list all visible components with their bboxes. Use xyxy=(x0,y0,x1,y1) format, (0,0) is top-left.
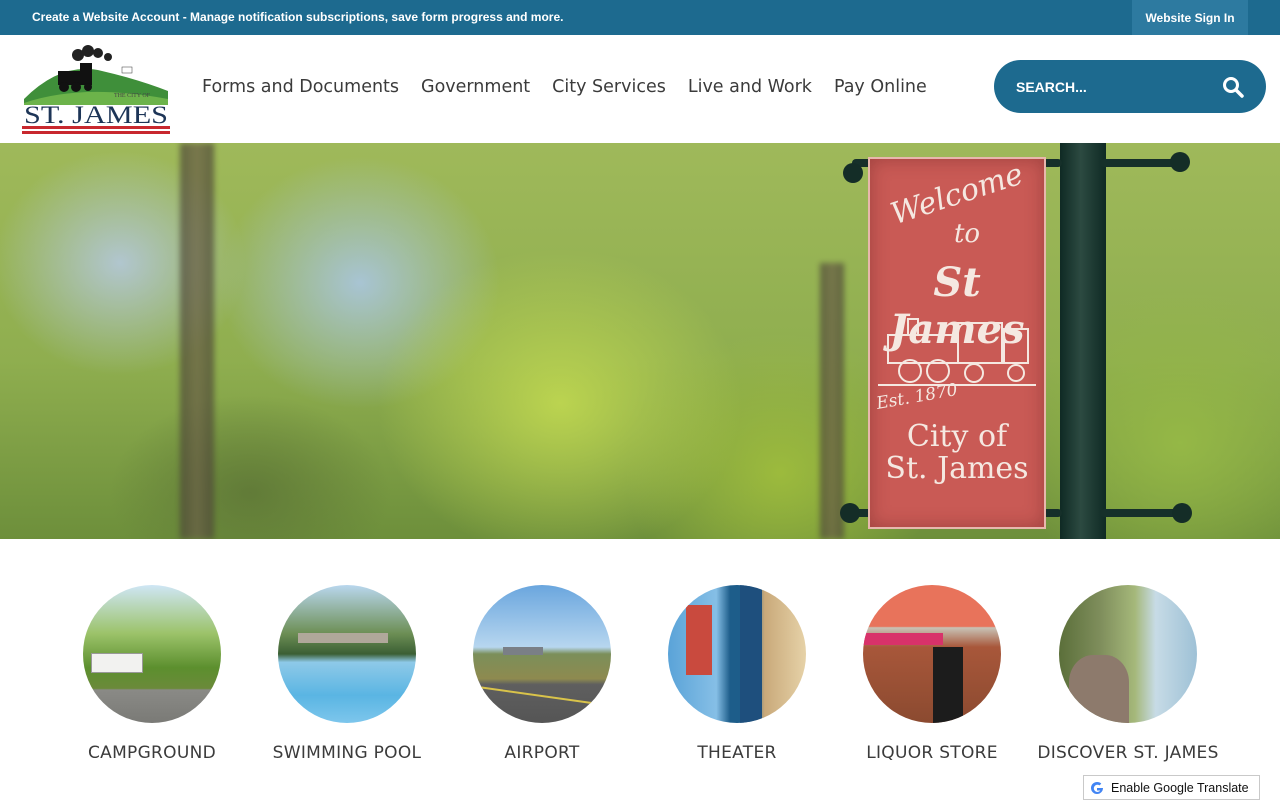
translate-label: Enable Google Translate xyxy=(1111,780,1249,795)
logo-name-text: ST. JAMES xyxy=(24,102,168,129)
campground-image[interactable] xyxy=(83,585,221,723)
quick-link-airport[interactable]: AIRPORT xyxy=(442,585,642,763)
nav-live-and-work[interactable]: Live and Work xyxy=(688,77,812,97)
nav-pay-online[interactable]: Pay Online xyxy=(834,77,927,97)
discover-st-james-image[interactable] xyxy=(1059,585,1197,723)
nav-forms-and-documents[interactable]: Forms and Documents xyxy=(202,77,399,97)
quick-link-label: SWIMMING POOL xyxy=(272,743,422,763)
quick-link-label: CAMPGROUND xyxy=(87,743,217,763)
website-signin-button[interactable]: Website Sign In xyxy=(1132,0,1248,35)
quick-links: CAMPGROUND SWIMMING POOL AIRPORT THEATER… xyxy=(0,585,1280,770)
top-account-bar: Create a Website Account - Manage notifi… xyxy=(0,0,1280,35)
quick-link-liquor-store[interactable]: LIQUOR STORE xyxy=(832,585,1032,763)
quick-link-campground[interactable]: CAMPGROUND xyxy=(52,585,252,763)
google-translate-button[interactable]: Enable Google Translate xyxy=(1083,775,1260,800)
pole-arm xyxy=(1100,159,1180,167)
nav-government[interactable]: Government xyxy=(421,77,530,97)
tree-trunk xyxy=(180,143,214,539)
airport-image[interactable] xyxy=(473,585,611,723)
lamp-pole xyxy=(1060,143,1106,539)
train-illustration xyxy=(878,318,1036,386)
site-header: THE CITY OF ST. JAMES Forms and Document… xyxy=(0,35,1280,143)
main-nav: Forms and Documents Government City Serv… xyxy=(202,77,949,97)
banner-to: to xyxy=(953,219,981,249)
google-translate-icon xyxy=(1089,779,1105,796)
quick-link-discover-st-james[interactable]: DISCOVER ST. JAMES xyxy=(1028,585,1228,763)
finial xyxy=(843,163,863,183)
quick-link-theater[interactable]: THEATER xyxy=(637,585,837,763)
quick-link-label: AIRPORT xyxy=(504,743,580,763)
create-account-link[interactable]: Create a Website Account - Manage notifi… xyxy=(32,10,563,24)
finial xyxy=(840,503,860,523)
quick-link-label: LIQUOR STORE xyxy=(866,743,998,763)
welcome-banner: Welcome to St James Est. 1870 City of St… xyxy=(868,157,1046,529)
quick-link-label: THEATER xyxy=(697,743,777,763)
swimming-pool-image[interactable] xyxy=(278,585,416,723)
search-input[interactable] xyxy=(1014,76,1198,98)
quick-link-swimming-pool[interactable]: SWIMMING POOL xyxy=(247,585,447,763)
liquor-store-image[interactable] xyxy=(863,585,1001,723)
pole-arm xyxy=(1100,509,1180,517)
search-bar xyxy=(994,60,1266,113)
finial xyxy=(1172,503,1192,523)
theater-image[interactable] xyxy=(668,585,806,723)
quick-link-label: DISCOVER ST. JAMES xyxy=(1037,743,1219,763)
banner-city-line2: St. James xyxy=(885,451,1029,486)
banner-city-line1: City of xyxy=(906,419,1008,454)
city-logo[interactable]: THE CITY OF ST. JAMES xyxy=(22,41,170,137)
hero-image: Welcome to St James Est. 1870 City of St… xyxy=(0,143,1280,539)
finial xyxy=(1170,152,1190,172)
logo-small-text: THE CITY OF xyxy=(114,93,151,99)
search-icon[interactable] xyxy=(1222,76,1244,98)
nav-city-services[interactable]: City Services xyxy=(552,77,666,97)
